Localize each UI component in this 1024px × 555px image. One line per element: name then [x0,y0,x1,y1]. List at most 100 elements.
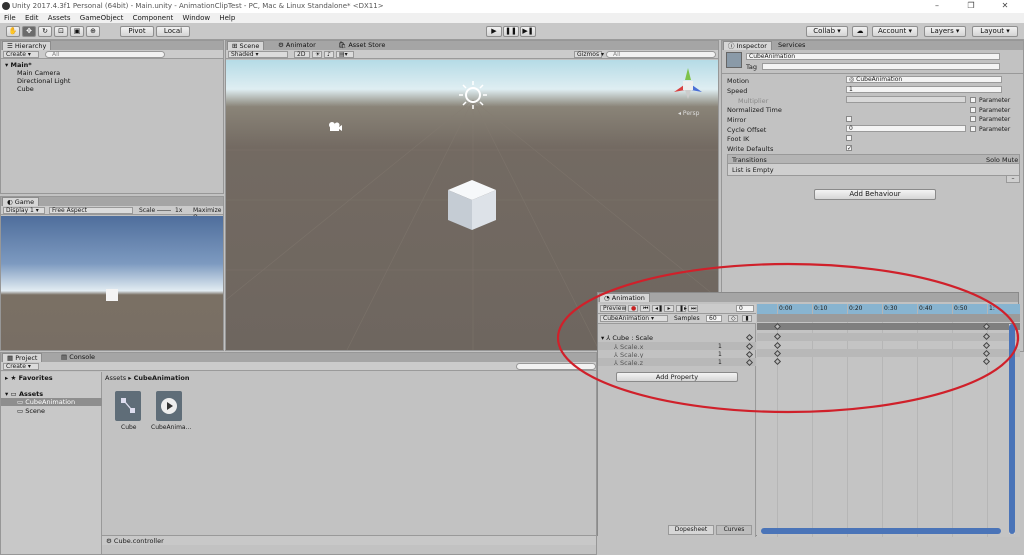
tab-game[interactable]: ◐ Game [2,197,40,206]
aspect-dropdown[interactable]: Free Aspect [49,207,133,214]
display-dropdown[interactable]: Display 1 ▾ [3,207,45,214]
tab-inspector[interactable]: ⓘ Inspector [723,41,772,50]
hierarchy-item-cube[interactable]: Cube [17,85,34,93]
hand-tool-icon[interactable]: ✋ [6,26,20,37]
audio-toggle-icon[interactable]: ♪ [324,51,334,58]
rect-tool-icon[interactable]: ▣ [70,26,84,37]
console-tab-label: Console [69,353,96,361]
project-tab-label: Project [15,354,38,362]
normalized-time-parameter-checkbox[interactable] [970,107,976,113]
rotate-tool-icon[interactable]: ↻ [38,26,52,37]
hierarchy-item-main-camera[interactable]: Main Camera [17,69,60,77]
assets-item[interactable]: ▾ ▭ Assets [5,390,43,398]
animation-clip-icon[interactable] [156,391,182,421]
menu-window[interactable]: Window [183,13,211,23]
favorites-item[interactable]: ▸ ★ Favorites [5,374,53,382]
project-footer: ⚙ Cube.controller [102,535,596,545]
play-button[interactable]: ▶ [486,26,502,37]
hierarchy-search-input[interactable]: All [45,51,165,58]
menu-component[interactable]: Component [133,13,174,23]
effects-dropdown-icon[interactable]: ▤▾ [336,51,354,58]
layout-dropdown[interactable]: Layout ▾ [972,26,1018,37]
tab-hierarchy[interactable]: ☰ Hierarchy [2,41,52,50]
menu-assets[interactable]: Assets [48,13,71,23]
minimize-button[interactable]: – [920,0,954,13]
maximize-button[interactable]: ❐ [954,0,988,13]
persp-label[interactable]: ◂ Persp [678,110,699,117]
remove-transition-button[interactable]: – [1006,176,1020,183]
multiplier-parameter-checkbox[interactable] [970,97,976,103]
scene-name: Main* [10,61,32,69]
motion-field[interactable]: ◎ CubeAnimation [846,76,1002,83]
shading-dropdown[interactable]: Shaded ▾ [228,51,288,58]
dopesheet-tab[interactable]: Dopesheet [668,525,714,535]
game-viewport[interactable] [1,216,223,350]
tab-asset-store[interactable]: 🛍 Asset Store [334,41,389,50]
tab-project[interactable]: ▦ Project [2,353,43,362]
write-defaults-checkbox[interactable]: ✓ [846,145,852,152]
animator-controller-icon[interactable] [115,391,141,421]
breadcrumb-cubeanimation[interactable]: CubeAnimation [134,374,190,382]
camera-gizmo-icon[interactable] [328,122,342,132]
mirror-checkbox[interactable] [846,116,852,122]
cycle-offset-parameter-checkbox[interactable] [970,126,976,132]
pause-button[interactable]: ❚❚ [503,26,519,37]
directional-light-gizmo-icon[interactable] [458,80,488,110]
scale-value: 1x [175,207,183,214]
account-dropdown[interactable]: Account ▾ [872,26,918,37]
gizmos-dropdown[interactable]: Gizmos ▾ [574,51,604,58]
tab-services[interactable]: Services [774,41,809,50]
multiplier-label: Multiplier [738,97,769,105]
breadcrumb-assets[interactable]: Assets [105,374,126,382]
selected-asset-path: ⚙ Cube.controller [106,537,164,545]
collab-dropdown[interactable]: Collab ▾ [806,26,848,37]
tag-field[interactable] [762,63,1000,70]
speed-field[interactable]: 1 [846,86,1002,93]
cube-object[interactable] [444,178,500,236]
layers-dropdown[interactable]: Layers ▾ [924,26,966,37]
hierarchy-item-directional-light[interactable]: Directional Light [17,77,70,85]
transitions-list: List is Empty [727,164,1020,176]
project-folder-tree: ▸ ★ Favorites ▾ ▭ Assets ▭ CubeAnimation… [1,372,102,554]
mirror-parameter-checkbox[interactable] [970,116,976,122]
hierarchy-create-button[interactable]: Create ▾ [3,51,39,58]
inspector-tab-label: Inspector [736,42,767,50]
add-behaviour-button[interactable]: Add Behaviour [814,189,936,200]
mirror-label: Mirror [727,116,747,124]
cycle-offset-field[interactable]: 0 [846,125,966,132]
folder-scene[interactable]: ▭ Scene [17,407,45,415]
timeline-scrollbar[interactable] [761,528,1001,534]
tab-scene[interactable]: ⊞ Scene [227,41,265,50]
cloud-icon[interactable]: ☁ [852,26,868,37]
scene-search-input[interactable]: All [606,51,716,58]
project-create-button[interactable]: Create ▾ [3,363,39,370]
write-defaults-label: Write Defaults [727,145,774,153]
move-tool-icon[interactable]: ✥ [22,26,36,37]
window-title: Unity 2017.4.3f1 Personal (64bit) - Main… [12,2,384,10]
local-toggle[interactable]: Local [156,26,190,37]
multiplier-parameter-label: Parameter [979,97,1011,104]
multiplier-field[interactable] [846,96,966,103]
breadcrumb: Assets ▸ CubeAnimation [105,374,190,382]
step-button[interactable]: ▶❚ [520,26,536,37]
state-name-field[interactable]: CubeAnimation [746,53,1000,60]
solo-mute-label: Solo Mute [986,156,1019,164]
curves-tab[interactable]: Curves [716,525,752,535]
foot-ik-checkbox[interactable] [846,135,852,141]
lighting-toggle-icon[interactable]: ☀ [312,51,322,58]
close-button[interactable]: ✕ [988,0,1022,13]
menu-edit[interactable]: Edit [25,13,39,23]
scale-slider[interactable] [157,210,171,211]
scene-root[interactable]: ▾ Main* [5,61,32,69]
transform-tool-icon[interactable]: ⊕ [86,26,100,37]
menu-help[interactable]: Help [219,13,235,23]
tab-console[interactable]: ▤ Console [57,353,99,362]
tab-animator[interactable]: ⚙ Animator [274,41,320,50]
2d-toggle[interactable]: 2D [294,51,310,58]
menu-file[interactable]: File [4,13,16,23]
scene-orientation-gizmo-icon[interactable] [672,68,704,100]
scale-tool-icon[interactable]: ⊡ [54,26,68,37]
folder-cubeanimation[interactable]: ▭ CubeAnimation [17,398,75,406]
menu-gameobject[interactable]: GameObject [80,13,124,23]
pivot-toggle[interactable]: Pivot [120,26,154,37]
